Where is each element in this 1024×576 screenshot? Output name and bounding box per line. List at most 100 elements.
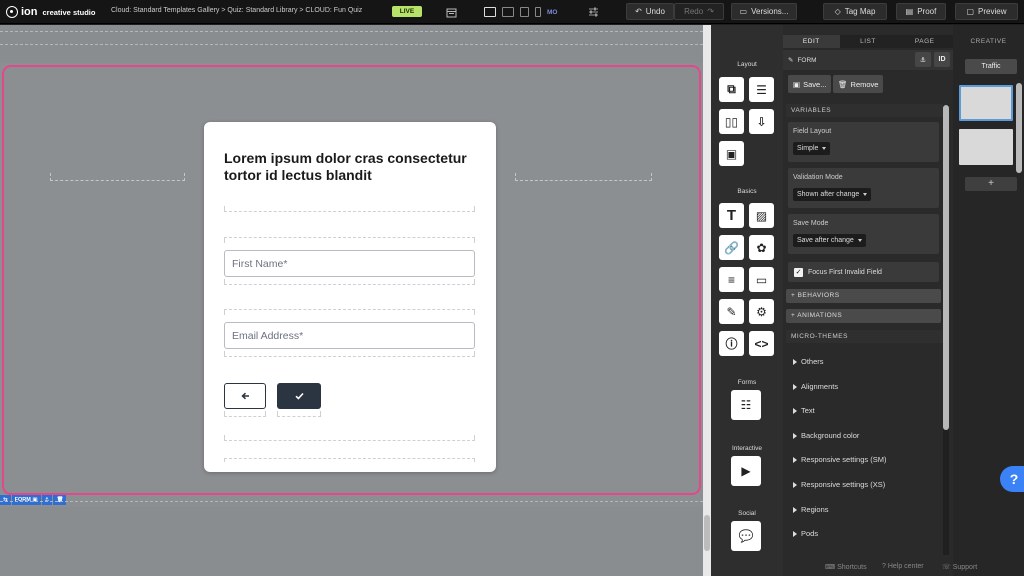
pages-scrollbar[interactable]	[1016, 83, 1022, 173]
ion-logo[interactable]: ion creative studio	[6, 5, 95, 19]
form-title[interactable]: Lorem ipsum dolor cras consectetur torto…	[224, 150, 479, 184]
list-icon[interactable]: ≡	[719, 267, 744, 292]
device-mode-label[interactable]: MO	[547, 9, 557, 16]
shortcuts-link[interactable]: ⌨ Shortcuts	[825, 563, 867, 571]
save-mode-select[interactable]: Save after change	[793, 234, 866, 247]
tab-creative[interactable]: CREATIVE	[953, 35, 1024, 48]
text-icon[interactable]: T	[719, 203, 744, 228]
logo-subtitle: creative studio	[42, 7, 96, 17]
badge-icon[interactable]: ✿	[749, 235, 774, 260]
undo-button[interactable]: ↶ Undo	[626, 3, 674, 20]
help-center-link[interactable]: ? Help center	[882, 563, 924, 570]
properties-panel: EDIT LIST PAGE ✎ FORM ⚓ ID ▣ Save... 🗑 Rem…	[783, 25, 954, 576]
micro-theme-alignments[interactable]: Alignments	[793, 382, 838, 391]
micro-theme-pods[interactable]: Pods	[793, 529, 818, 538]
remove-button[interactable]: 🗑 Remove	[833, 75, 884, 93]
preview-button[interactable]: ▢ Preview	[955, 3, 1018, 20]
sliders-icon[interactable]	[585, 4, 601, 20]
email-field[interactable]: Email Address*	[224, 322, 475, 349]
link-icon[interactable]: 🔗	[719, 235, 744, 260]
empty-pod[interactable]	[224, 206, 475, 212]
laptop-icon[interactable]	[502, 7, 514, 17]
canvas-scrollbar[interactable]	[703, 25, 711, 576]
empty-pod[interactable]	[224, 435, 475, 441]
image-icon[interactable]: ▨	[749, 203, 774, 228]
image-edit-icon[interactable]: ✎	[719, 299, 744, 324]
field-layout-select[interactable]: Simple	[793, 142, 831, 155]
empty-pod[interactable]	[224, 309, 475, 315]
save-button[interactable]: ▣ Save...	[788, 75, 832, 93]
anchor-icon[interactable]: ⚓	[41, 495, 53, 505]
region-guide	[0, 44, 703, 45]
tablet-icon[interactable]	[520, 7, 529, 17]
micro-theme-background-color[interactable]: Background color	[793, 431, 859, 440]
form-tag[interactable]: FORM ▣	[11, 495, 41, 505]
animations-section[interactable]: + ANIMATIONS	[786, 309, 941, 323]
checkbox-checked-icon[interactable]: ✓	[794, 267, 803, 277]
canvas-scroll-thumb[interactable]	[704, 515, 710, 551]
form-component-icon[interactable]: ☷	[731, 390, 761, 420]
ion-logo-icon	[6, 6, 18, 18]
chat-icon[interactable]: 💬	[731, 521, 761, 551]
submit-button[interactable]	[277, 383, 321, 409]
traffic-button[interactable]: Traffic	[965, 59, 1017, 74]
responsive-layout-icon[interactable]: ⧉	[719, 77, 744, 102]
micro-theme-responsive-sm[interactable]: Responsive settings (SM)	[793, 455, 886, 464]
behaviors-section[interactable]: + BEHAVIORS	[786, 289, 941, 303]
video-player-icon[interactable]: ▶	[731, 456, 761, 486]
page-thumbnail[interactable]	[959, 129, 1013, 165]
focus-invalid-field-toggle[interactable]: ✓ Focus First Invalid Field	[788, 262, 939, 282]
support-link[interactable]: ☏ Support	[942, 563, 977, 571]
breadcrumb[interactable]: Cloud: Standard Templates Gallery > Quiz…	[111, 7, 362, 14]
empty-pod[interactable]	[224, 411, 266, 417]
redo-button[interactable]: Redo ↷	[674, 3, 724, 20]
element-header: ✎ FORM ⚓ ID	[783, 50, 953, 70]
canvas-footer-region[interactable]	[0, 507, 703, 576]
popup-block-icon[interactable]: ▣	[719, 141, 744, 166]
page-thumbnail[interactable]	[959, 85, 1013, 121]
live-badge[interactable]: LIVE	[392, 6, 422, 17]
move-handle-icon[interactable]: ⇆	[0, 495, 11, 505]
first-name-field[interactable]: First Name*	[224, 250, 475, 277]
region-guide	[0, 501, 703, 502]
phone-icon[interactable]	[535, 7, 541, 17]
caret-right-icon	[793, 481, 797, 488]
micro-theme-regions[interactable]: Regions	[793, 505, 829, 514]
help-bubble-button[interactable]: ?	[1000, 466, 1024, 492]
code-icon[interactable]: <>	[749, 331, 774, 356]
app-window: ion creative studio Cloud: Standard Temp…	[0, 0, 1024, 576]
divider-icon[interactable]: ▭	[749, 267, 774, 292]
micro-theme-responsive-xs[interactable]: Responsive settings (XS)	[793, 480, 885, 489]
empty-pod[interactable]	[224, 351, 475, 357]
trash-icon[interactable]: 🗑	[53, 495, 67, 505]
desktop-icon[interactable]	[484, 7, 496, 17]
tab-list[interactable]: LIST	[839, 35, 897, 48]
tag-map-button[interactable]: ◇ Tag Map	[823, 3, 887, 20]
micro-theme-text[interactable]: Text	[793, 406, 815, 415]
calendar-icon[interactable]	[443, 4, 459, 20]
tab-page[interactable]: PAGE	[896, 35, 954, 48]
proof-button[interactable]: ▤ Proof	[896, 3, 946, 20]
creative-panel: CREATIVE Traffic + ☏ Support	[942, 25, 1024, 576]
properties-scrollbar[interactable]	[943, 105, 949, 555]
columns-layout-icon[interactable]: ▯▯	[719, 109, 744, 134]
add-page-button[interactable]: +	[965, 177, 1017, 191]
tab-edit[interactable]: EDIT	[783, 35, 840, 48]
micro-theme-others[interactable]: Others	[793, 357, 824, 366]
empty-pod[interactable]	[277, 411, 321, 417]
back-button[interactable]	[224, 383, 266, 409]
form-card[interactable]: Lorem ipsum dolor cras consectetur torto…	[204, 122, 496, 472]
canvas[interactable]: Lorem ipsum dolor cras consectetur torto…	[0, 25, 703, 576]
empty-pod[interactable]	[224, 458, 475, 462]
settings-icon[interactable]: ⚙	[749, 299, 774, 324]
rows-layout-icon[interactable]: ☰	[749, 77, 774, 102]
anchor-button[interactable]: ⚓	[915, 52, 931, 67]
download-block-icon[interactable]: ⇩	[749, 109, 774, 134]
versions-button[interactable]: ▭ Versions...	[731, 3, 797, 20]
empty-pod[interactable]	[224, 237, 475, 243]
info-icon[interactable]: ⓘ	[719, 331, 744, 356]
properties-scroll-thumb[interactable]	[943, 105, 949, 430]
empty-pod[interactable]	[224, 279, 475, 285]
validation-mode-select[interactable]: Shown after change	[793, 188, 872, 201]
id-button[interactable]: ID	[934, 52, 950, 67]
